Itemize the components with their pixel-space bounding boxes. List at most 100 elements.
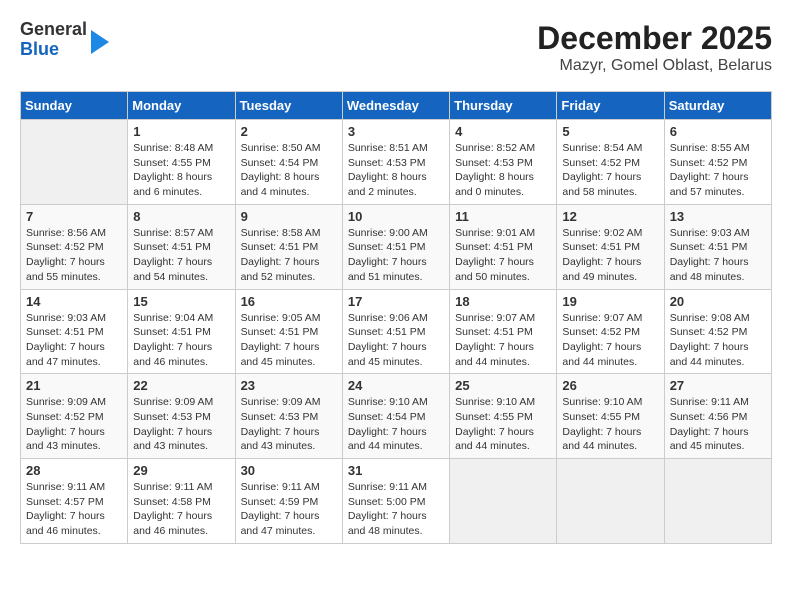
day-info: Sunrise: 9:08 AMSunset: 4:52 PMDaylight:…: [670, 311, 766, 370]
calendar-cell: 17 Sunrise: 9:06 AMSunset: 4:51 PMDayligh…: [342, 289, 449, 374]
calendar-cell: [450, 459, 557, 544]
calendar-day-header: Wednesday: [342, 92, 449, 120]
calendar-cell: 2Sunrise: 8:50 AMSunset: 4:54 PMDaylight…: [235, 120, 342, 205]
day-number: 30: [241, 463, 337, 478]
day-info: Sunrise: 9:11 AMSunset: 4:56 PMDaylight:…: [670, 395, 766, 454]
logo: General Blue: [20, 20, 109, 60]
day-info: Sunrise: 8:52 AMSunset: 4:53 PMDaylight:…: [455, 141, 551, 200]
day-number: 16: [241, 294, 337, 309]
day-info: Sunrise: 9:03 AMSunset: 4:51 PMDaylight:…: [26, 311, 122, 370]
day-number: 27: [670, 378, 766, 393]
day-info: Sunrise: 9:02 AMSunset: 4:51 PMDaylight:…: [562, 226, 658, 285]
calendar-week-row: 28 Sunrise: 9:11 AMSunset: 4:57 PMDayligh…: [21, 459, 772, 544]
calendar-cell: 6 Sunrise: 8:55 AMSunset: 4:52 PMDaylight…: [664, 120, 771, 205]
calendar-body: 1Sunrise: 8:48 AMSunset: 4:55 PMDaylight…: [21, 120, 772, 544]
calendar-cell: 23Sunrise: 9:09 AMSunset: 4:53 PMDayligh…: [235, 374, 342, 459]
calendar-cell: 11Sunrise: 9:01 AMSunset: 4:51 PMDayligh…: [450, 204, 557, 289]
calendar-cell: 22 Sunrise: 9:09 AMSunset: 4:53 PMDayligh…: [128, 374, 235, 459]
calendar-cell: [21, 120, 128, 205]
logo-blue: Blue: [20, 40, 87, 60]
calendar-cell: 3Sunrise: 8:51 AMSunset: 4:53 PMDaylight…: [342, 120, 449, 205]
day-info: Sunrise: 8:56 AMSunset: 4:52 PMDaylight:…: [26, 226, 122, 285]
day-number: 24: [348, 378, 444, 393]
logo-general: General: [20, 20, 87, 40]
calendar-day-header: Sunday: [21, 92, 128, 120]
day-number: 28: [26, 463, 122, 478]
calendar-cell: 4 Sunrise: 8:52 AMSunset: 4:53 PMDaylight…: [450, 120, 557, 205]
calendar-cell: 20 Sunrise: 9:08 AMSunset: 4:52 PMDayligh…: [664, 289, 771, 374]
day-number: 6: [670, 124, 766, 139]
calendar-cell: 29Sunrise: 9:11 AMSunset: 4:58 PMDayligh…: [128, 459, 235, 544]
day-info: Sunrise: 9:09 AMSunset: 4:52 PMDaylight:…: [26, 395, 122, 454]
day-number: 4: [455, 124, 551, 139]
day-number: 22: [133, 378, 229, 393]
day-info: Sunrise: 9:04 AMSunset: 4:51 PMDaylight:…: [133, 311, 229, 370]
day-info: Sunrise: 8:54 AMSunset: 4:52 PMDaylight:…: [562, 141, 658, 200]
page-header: General Blue December 2025 Mazyr, Gomel …: [20, 20, 772, 75]
calendar-week-row: 14 Sunrise: 9:03 AMSunset: 4:51 PMDayligh…: [21, 289, 772, 374]
calendar-cell: 8 Sunrise: 8:57 AMSunset: 4:51 PMDaylight…: [128, 204, 235, 289]
day-info: Sunrise: 9:10 AMSunset: 4:55 PMDaylight:…: [455, 395, 551, 454]
calendar-cell: 14 Sunrise: 9:03 AMSunset: 4:51 PMDayligh…: [21, 289, 128, 374]
calendar-cell: [664, 459, 771, 544]
day-info: Sunrise: 9:11 AMSunset: 4:57 PMDaylight:…: [26, 480, 122, 539]
title-block: December 2025 Mazyr, Gomel Oblast, Belar…: [537, 20, 772, 75]
day-number: 25: [455, 378, 551, 393]
day-number: 8: [133, 209, 229, 224]
calendar-cell: 9 Sunrise: 8:58 AMSunset: 4:51 PMDaylight…: [235, 204, 342, 289]
day-number: 15: [133, 294, 229, 309]
calendar-cell: 26Sunrise: 9:10 AMSunset: 4:55 PMDayligh…: [557, 374, 664, 459]
calendar-cell: 25 Sunrise: 9:10 AMSunset: 4:55 PMDayligh…: [450, 374, 557, 459]
day-info: Sunrise: 9:11 AMSunset: 4:59 PMDaylight:…: [241, 480, 337, 539]
day-number: 31: [348, 463, 444, 478]
day-info: Sunrise: 9:00 AMSunset: 4:51 PMDaylight:…: [348, 226, 444, 285]
day-info: Sunrise: 9:07 AMSunset: 4:52 PMDaylight:…: [562, 311, 658, 370]
day-number: 14: [26, 294, 122, 309]
day-number: 20: [670, 294, 766, 309]
calendar-cell: [557, 459, 664, 544]
calendar-cell: 5 Sunrise: 8:54 AMSunset: 4:52 PMDaylight…: [557, 120, 664, 205]
day-info: Sunrise: 8:55 AMSunset: 4:52 PMDaylight:…: [670, 141, 766, 200]
calendar-week-row: 1Sunrise: 8:48 AMSunset: 4:55 PMDaylight…: [21, 120, 772, 205]
day-info: Sunrise: 9:06 AMSunset: 4:51 PMDaylight:…: [348, 311, 444, 370]
day-number: 18: [455, 294, 551, 309]
calendar-cell: 15 Sunrise: 9:04 AMSunset: 4:51 PMDayligh…: [128, 289, 235, 374]
day-info: Sunrise: 8:51 AMSunset: 4:53 PMDaylight:…: [348, 141, 444, 200]
day-info: Sunrise: 9:09 AMSunset: 4:53 PMDaylight:…: [241, 395, 337, 454]
calendar-cell: 19 Sunrise: 9:07 AMSunset: 4:52 PMDayligh…: [557, 289, 664, 374]
page-subtitle: Mazyr, Gomel Oblast, Belarus: [537, 57, 772, 75]
day-info: Sunrise: 9:11 AMSunset: 5:00 PMDaylight:…: [348, 480, 444, 539]
day-info: Sunrise: 9:11 AMSunset: 4:58 PMDaylight:…: [133, 480, 229, 539]
page-title: December 2025: [537, 20, 772, 57]
logo-arrow-icon: [91, 30, 109, 54]
day-info: Sunrise: 9:09 AMSunset: 4:53 PMDaylight:…: [133, 395, 229, 454]
day-number: 21: [26, 378, 122, 393]
calendar-day-header: Saturday: [664, 92, 771, 120]
calendar-header: SundayMondayTuesdayWednesdayThursdayFrid…: [21, 92, 772, 120]
calendar-week-row: 21 Sunrise: 9:09 AMSunset: 4:52 PMDayligh…: [21, 374, 772, 459]
calendar-day-header: Monday: [128, 92, 235, 120]
calendar-cell: 7 Sunrise: 8:56 AMSunset: 4:52 PMDaylight…: [21, 204, 128, 289]
day-number: 19: [562, 294, 658, 309]
day-number: 12: [562, 209, 658, 224]
day-info: Sunrise: 9:05 AMSunset: 4:51 PMDaylight:…: [241, 311, 337, 370]
calendar-day-header: Thursday: [450, 92, 557, 120]
day-number: 2: [241, 124, 337, 139]
calendar-cell: 24 Sunrise: 9:10 AMSunset: 4:54 PMDayligh…: [342, 374, 449, 459]
day-number: 7: [26, 209, 122, 224]
day-number: 10: [348, 209, 444, 224]
day-number: 5: [562, 124, 658, 139]
header-row: SundayMondayTuesdayWednesdayThursdayFrid…: [21, 92, 772, 120]
day-info: Sunrise: 8:57 AMSunset: 4:51 PMDaylight:…: [133, 226, 229, 285]
day-info: Sunrise: 8:58 AMSunset: 4:51 PMDaylight:…: [241, 226, 337, 285]
day-number: 9: [241, 209, 337, 224]
day-number: 17: [348, 294, 444, 309]
calendar-cell: 13Sunrise: 9:03 AMSunset: 4:51 PMDayligh…: [664, 204, 771, 289]
day-info: Sunrise: 9:10 AMSunset: 4:54 PMDaylight:…: [348, 395, 444, 454]
calendar-day-header: Tuesday: [235, 92, 342, 120]
calendar-cell: 31 Sunrise: 9:11 AMSunset: 5:00 PMDayligh…: [342, 459, 449, 544]
day-number: 1: [133, 124, 229, 139]
day-info: Sunrise: 9:03 AMSunset: 4:51 PMDaylight:…: [670, 226, 766, 285]
calendar-week-row: 7 Sunrise: 8:56 AMSunset: 4:52 PMDaylight…: [21, 204, 772, 289]
day-number: 26: [562, 378, 658, 393]
